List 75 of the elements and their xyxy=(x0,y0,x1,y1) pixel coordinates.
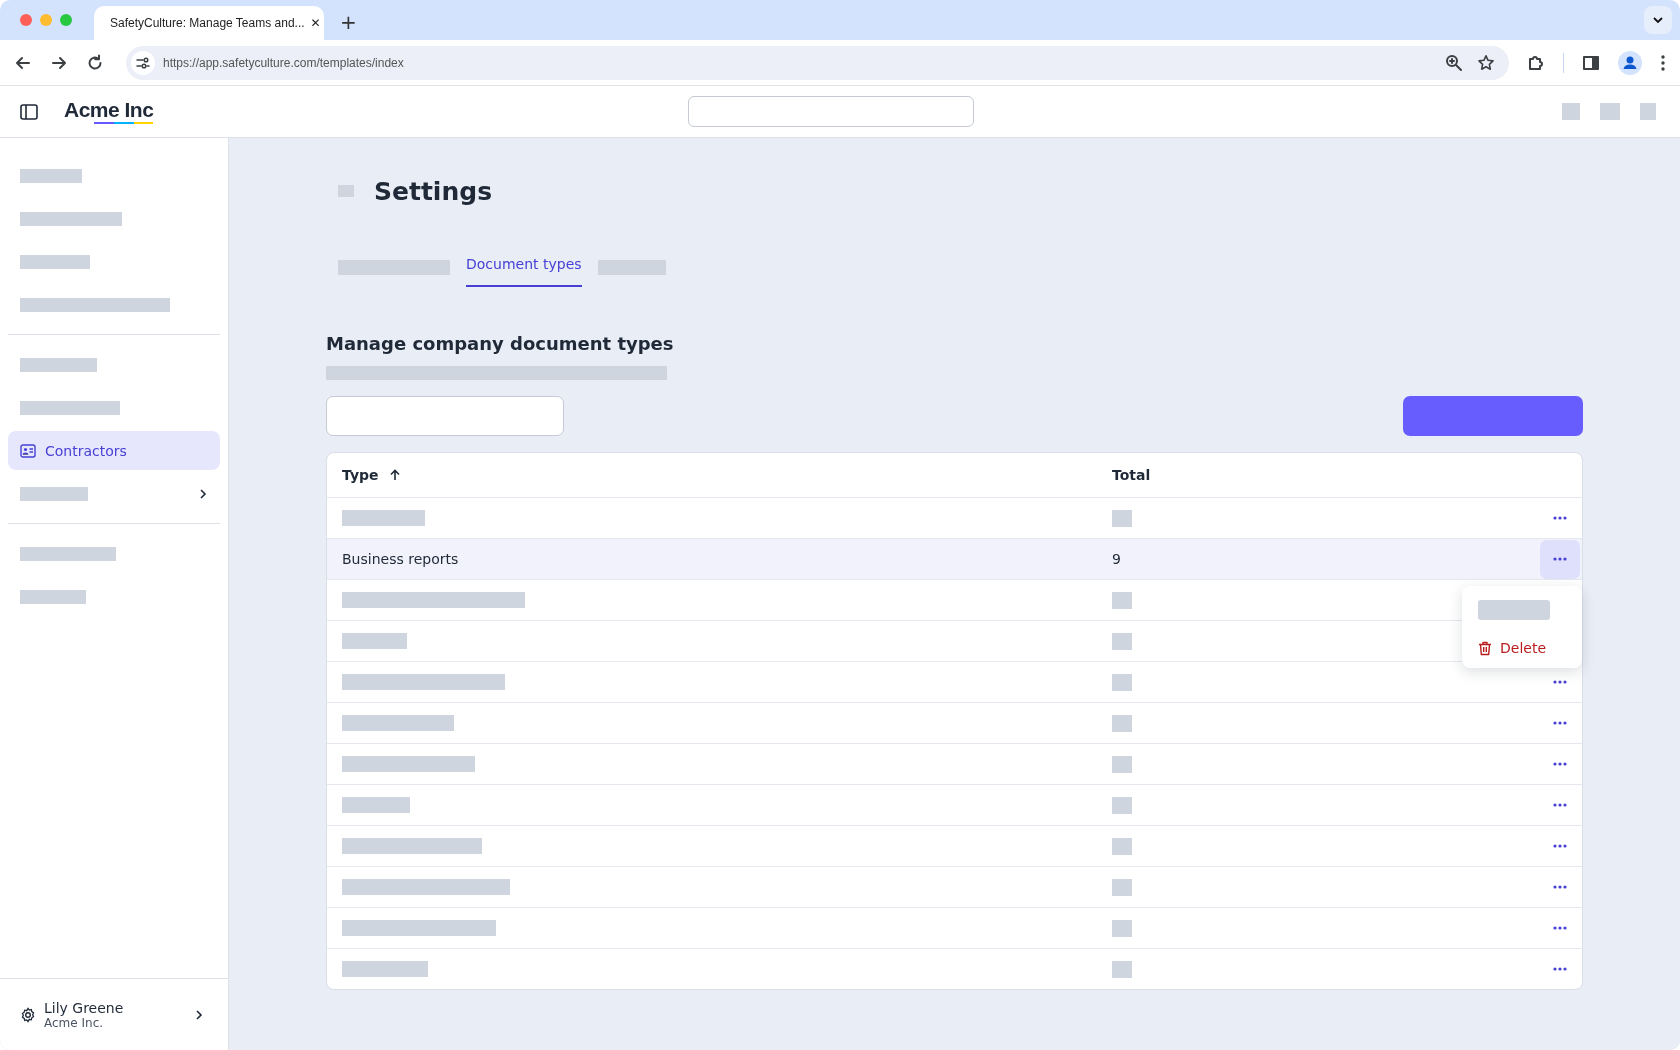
placeholder-bar xyxy=(1112,878,1132,896)
ellipsis-icon xyxy=(1553,721,1567,725)
zoom-in-icon[interactable] xyxy=(1445,53,1463,72)
url-text: https://app.safetyculture.com/templates/index xyxy=(163,55,404,70)
placeholder-icon[interactable] xyxy=(1600,103,1620,120)
more-actions-button[interactable] xyxy=(1540,539,1580,579)
ellipsis-icon xyxy=(1553,803,1567,807)
user-menu[interactable]: Lily Greene Acme Inc. xyxy=(0,978,228,1050)
primary-button[interactable] xyxy=(1403,396,1583,436)
ellipsis-icon xyxy=(1553,844,1567,848)
placeholder-bar xyxy=(1112,509,1132,527)
sidebar-item[interactable]: Contractors xyxy=(8,431,220,470)
placeholder-icon[interactable] xyxy=(1562,103,1580,120)
ellipsis-icon xyxy=(1553,557,1567,561)
placeholder-bar xyxy=(1112,796,1132,814)
placeholder-bar xyxy=(1112,755,1132,773)
placeholder-bar xyxy=(20,589,86,604)
chevron-right-icon xyxy=(194,1008,204,1021)
menu-item[interactable]: Delete xyxy=(1478,640,1566,656)
puzzle-piece-icon[interactable] xyxy=(1527,53,1545,72)
tab-title: SafetyCulture: Manage Teams and... xyxy=(110,16,305,30)
placeholder-bar xyxy=(20,168,82,183)
more-options-icon[interactable] xyxy=(1660,53,1666,72)
close-tab-button[interactable]: ✕ xyxy=(310,16,321,30)
placeholder-bar xyxy=(1112,591,1132,609)
organization-name: Acme Inc. xyxy=(44,1015,105,1030)
minimize-window-button[interactable] xyxy=(40,14,52,26)
ellipsis-icon xyxy=(1553,967,1567,971)
column-header: Total xyxy=(1112,466,1152,485)
menu-item[interactable] xyxy=(1478,600,1550,620)
browser-tab[interactable]: SafetyCulture: Manage Teams and... ✕ xyxy=(94,6,324,40)
tab[interactable]: Document types xyxy=(466,252,582,287)
placeholder-bar xyxy=(1112,960,1132,978)
page-title: Settings xyxy=(374,176,492,206)
placeholder-bar xyxy=(20,486,88,501)
placeholder-bar xyxy=(342,633,407,649)
logo[interactable]: Acme Inc xyxy=(64,99,154,124)
new-tab-button[interactable]: + xyxy=(340,10,357,34)
id-card-icon xyxy=(20,443,36,458)
ellipsis-icon xyxy=(1553,516,1567,520)
ellipsis-icon xyxy=(1553,885,1567,889)
table-cell: 9 xyxy=(1112,551,1121,567)
tab-list-button[interactable] xyxy=(1644,6,1672,34)
reload-icon[interactable] xyxy=(86,53,104,72)
side-panel-icon[interactable] xyxy=(1582,53,1600,72)
maximize-window-button[interactable] xyxy=(60,14,72,26)
placeholder-icon[interactable] xyxy=(1640,103,1656,120)
ellipsis-icon xyxy=(1553,926,1567,930)
placeholder-bar xyxy=(1112,837,1132,855)
ellipsis-icon xyxy=(1553,680,1567,684)
section-heading: Manage company document types xyxy=(326,333,675,354)
column-header[interactable]: Type xyxy=(327,453,1112,497)
sidebar-toggle-icon[interactable] xyxy=(20,103,38,120)
chevron-down-icon xyxy=(1652,14,1664,26)
ellipsis-icon xyxy=(1553,762,1567,766)
search-field[interactable] xyxy=(688,96,974,127)
chevron-right-icon[interactable] xyxy=(198,487,208,500)
table-cell: Business reports xyxy=(342,551,459,567)
site-settings-button[interactable] xyxy=(131,50,155,75)
star-icon[interactable] xyxy=(1477,53,1495,72)
placeholder-bar xyxy=(1112,714,1132,732)
gear-icon xyxy=(20,1006,36,1023)
close-window-button[interactable] xyxy=(20,14,32,26)
placeholder-bar xyxy=(1112,673,1132,691)
placeholder-bar xyxy=(1112,632,1132,650)
search-field[interactable] xyxy=(326,396,564,436)
user-name: Lily Greene xyxy=(44,999,124,1016)
placeholder-bar xyxy=(20,254,90,269)
address-bar[interactable]: https://app.safetyculture.com/templates/index xyxy=(126,45,1509,80)
placeholder-icon xyxy=(338,185,354,197)
profile-avatar-icon[interactable] xyxy=(1618,50,1642,75)
placeholder-bar xyxy=(342,797,410,813)
placeholder-bar xyxy=(1112,919,1132,937)
trash-icon xyxy=(1478,640,1492,656)
sliders-icon xyxy=(136,55,150,70)
